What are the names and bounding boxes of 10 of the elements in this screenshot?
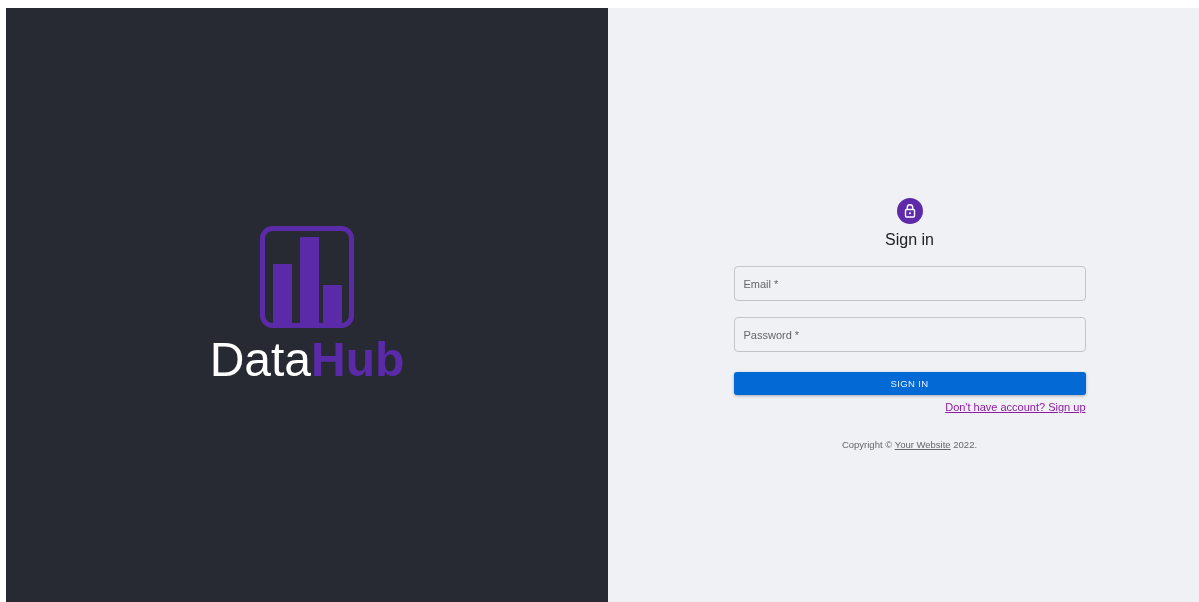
input-field[interactable]: Email * xyxy=(733,266,1086,301)
sign-in-button[interactable]: SIGN IN xyxy=(733,372,1086,395)
brand-name: DataHub xyxy=(209,336,405,384)
copyright-text: Copyright © Your Website 2022. xyxy=(841,439,978,450)
input-field[interactable]: Password * xyxy=(733,317,1086,352)
website-link[interactable]: Your Website xyxy=(894,439,951,450)
lock-icon xyxy=(896,198,923,224)
sign-up-link[interactable]: Don't have account? Sign up xyxy=(945,401,1086,413)
bar-chart-icon xyxy=(260,226,354,328)
form-title: Sign in xyxy=(885,230,934,250)
